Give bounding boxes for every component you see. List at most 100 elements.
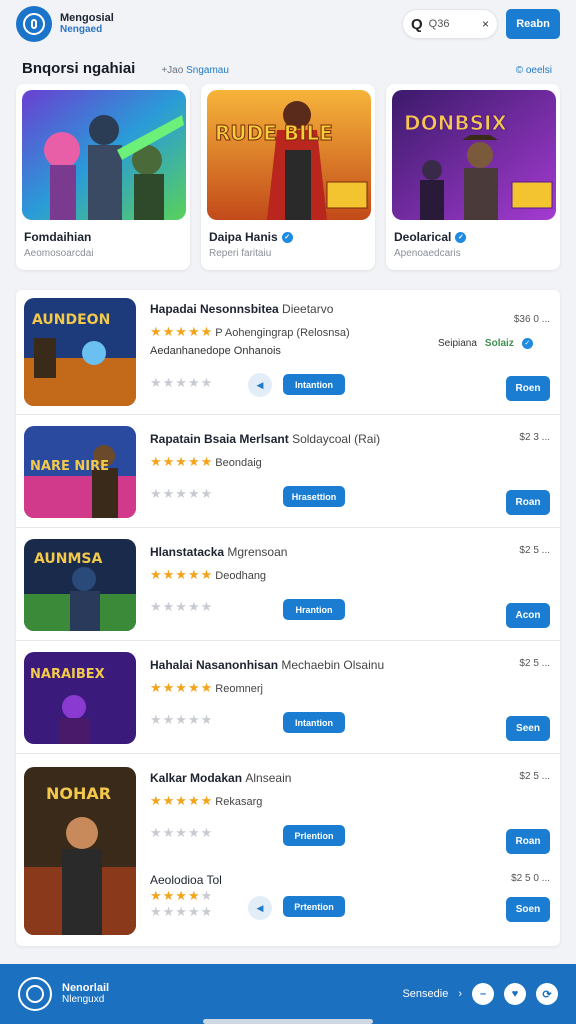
star-rating: ★★★★★ Beondaig (150, 454, 262, 469)
verified-icon: ✓ (455, 231, 467, 243)
featured-title: Fomdaihian (22, 230, 184, 244)
thumbnail-text: NARAIBEX (30, 667, 105, 682)
heart-icon[interactable]: ♥ (504, 983, 526, 1005)
footer-bar: Nenorlail Nlenguxd Sensedie › – ♥ ⟳ (0, 964, 576, 1024)
app-title: Kalkar Modakan Alnseain (150, 771, 291, 785)
rating-label: Deodhang (215, 570, 267, 582)
brand-name: Mengosial (60, 12, 114, 24)
star-rating: ★★★★★ (150, 888, 214, 903)
app-title-secondary: Alnseain (245, 771, 292, 785)
open-button[interactable]: Seen (506, 716, 550, 741)
minus-circle-icon[interactable]: – (472, 983, 494, 1005)
featured-title-text: Daipa Hanis (209, 230, 278, 244)
app-title: Hapadai Nesonnsbitea Dieetarvo (150, 302, 333, 316)
rating-label: Reomnerj (215, 683, 263, 695)
app-title-secondary: Soldaycoal (Rai) (292, 432, 381, 446)
star-rating: ★★★★★ Reomnerj (150, 680, 263, 695)
install-button[interactable]: Prlention (283, 825, 345, 846)
rate-stars[interactable]: ★★★★★ (150, 375, 213, 391)
app-header: Mengosial Nengaed Q Q36 × Reabn (0, 0, 576, 48)
tag-right: Solaiz (484, 337, 514, 349)
app-thumbnail: AUNMSA (24, 539, 136, 631)
open-button[interactable]: Soen (506, 897, 550, 922)
app-logo-icon[interactable] (16, 6, 52, 42)
footer-brand-name: Nenorlail (62, 982, 110, 994)
footer-nav: Sensedie › – ♥ ⟳ (402, 983, 558, 1005)
app-title: Hlanstatacka Mgrensoan (150, 545, 287, 559)
rate-stars[interactable]: ★★★★★ (150, 486, 213, 502)
price-label: $2 5 0 ... (511, 873, 550, 884)
app-thumbnail: NARE NIRE (24, 426, 136, 518)
footer-brand: Nenorlail Nlenguxd (62, 982, 109, 1006)
featured-card[interactable]: Fomdaihian Aeomosoarcdai (16, 84, 190, 270)
play-icon[interactable]: ◀ (248, 373, 272, 397)
tag-pill[interactable]: Seipiana Solaiz ✓ (430, 332, 541, 354)
price-label: $2 5 ... (519, 545, 550, 556)
price-label: $2 3 ... (519, 432, 550, 443)
app-thumbnail: NARAIBEX (24, 652, 136, 744)
arrow-icon[interactable]: › (458, 988, 462, 1000)
settings-icon[interactable]: ⟳ (536, 983, 558, 1005)
footer-logo-icon[interactable] (18, 977, 52, 1011)
app-title: Hahalai Nasanonhisan Mechaebin Olsainu (150, 658, 384, 672)
app-title-text: Hahalai Nasanonhisan (150, 658, 279, 672)
price-label: $2 5 ... (519, 771, 550, 782)
open-button[interactable]: Roen (506, 376, 550, 401)
list-item[interactable]: NOHAR Kalkar Modakan Alnseain ★★★★★ Rekas… (16, 755, 560, 946)
rate-stars[interactable]: ★★★★★ (150, 599, 213, 615)
install-button[interactable]: Intantion (283, 712, 345, 733)
star-rating: ★★★★★ Deodhang (150, 567, 267, 582)
close-icon[interactable]: × (482, 17, 489, 31)
app-subtitle: Aedanhanedope Onhanois (150, 345, 281, 357)
price-label: $36 0 ... (513, 314, 550, 325)
see-more-link[interactable]: © oeelsi (516, 65, 552, 76)
rating-label: Rekasarg (215, 796, 263, 808)
rate-stars[interactable]: ★★★★★ (150, 904, 213, 920)
list-item[interactable]: NARAIBEX Hahalai Nasanonhisan Mechaebin … (16, 642, 560, 754)
brand: Mengosial Nengaed (60, 12, 114, 36)
list-item[interactable]: AUNDEON Hapadai Nesonnsbitea Dieetarvo ★… (16, 290, 560, 415)
search-input[interactable]: Q Q36 × (402, 9, 498, 39)
rate-stars[interactable]: ★★★★★ (150, 825, 213, 841)
play-icon[interactable]: ◀ (248, 896, 272, 920)
app-title-text: Kalkar Modakan (150, 771, 243, 785)
list-item[interactable]: NARE NIRE Rapatain Bsaia Merlsant Solday… (16, 416, 560, 528)
section-subtitle-link[interactable]: Sngamau (186, 65, 229, 76)
search-value: Q36 (428, 18, 450, 30)
thumbnail-text: AUNDEON (32, 312, 110, 328)
open-button[interactable]: Roan (506, 829, 550, 854)
app-title-secondary: Dieetarvo (282, 302, 334, 316)
home-indicator (203, 1019, 373, 1024)
rate-stars[interactable]: ★★★★★ (150, 712, 213, 728)
rating-label: Beondaig (215, 457, 262, 469)
install-button[interactable]: Hrantion (283, 599, 345, 620)
list-item[interactable]: AUNMSA Hlanstatacka Mgrensoan ★★★★★ Deodh… (16, 529, 560, 641)
open-button[interactable]: Roan (506, 490, 550, 515)
thumbnail-text: AUNMSA (34, 551, 103, 567)
app-list: AUNDEON Hapadai Nesonnsbitea Dieetarvo ★… (16, 290, 560, 946)
featured-art: RUDE BILE (207, 90, 371, 220)
footer-nav-label[interactable]: Sensedie (402, 988, 448, 1000)
star-rating: ★★★★★ P Aohengingrap (Relosnsa) (150, 324, 350, 339)
footer-brand-tagline: Nlenguxd (62, 994, 105, 1005)
featured-title-text: Fomdaihian (24, 230, 92, 244)
app-title: Rapatain Bsaia Merlsant Soldaycoal (Rai) (150, 432, 380, 446)
app-thumbnail: AUNDEON (24, 298, 136, 406)
featured-title-text: Deolarical (394, 230, 452, 244)
featured-title: Daipa Hanis ✓ (207, 230, 369, 244)
header-actions: Q Q36 × Reabn (402, 9, 560, 39)
verified-icon: ✓ (281, 231, 293, 243)
tag-left: Seipiana (438, 337, 477, 349)
install-button[interactable]: Hrasettion (283, 486, 345, 507)
section-subtitle-prefix: +Jao (161, 65, 184, 76)
install-button[interactable]: Prtention (283, 896, 345, 917)
header-action-button[interactable]: Reabn (506, 9, 560, 39)
featured-card[interactable]: DONBSIX Deolarical ✓ Apenoaedcaris (386, 84, 560, 270)
brand-tagline: Nengaed (60, 24, 103, 35)
featured-card[interactable]: RUDE BILE Daipa Hanis ✓ Reperi faritaiu (201, 84, 375, 270)
open-button[interactable]: Acon (506, 603, 550, 628)
rating-label: P Aohengingrap (Relosnsa) (215, 327, 350, 339)
featured-subtitle: Aeomosoarcdai (24, 248, 94, 259)
install-button[interactable]: Intantion (283, 374, 345, 395)
app-title-secondary: Aeolodioa Tol (150, 873, 222, 887)
